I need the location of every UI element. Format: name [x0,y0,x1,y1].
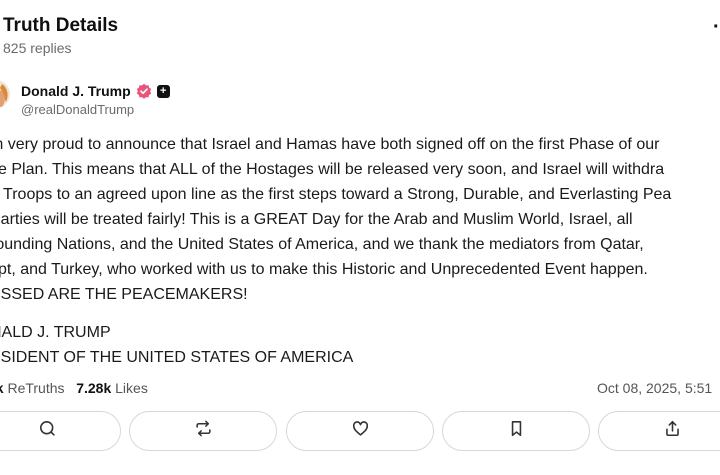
author-handle[interactable]: @realDonaldTrump [21,102,134,117]
repost-icon [194,419,213,443]
post-signature-name: NALD J. TRUMP [0,324,111,341]
post-stats: 2k ReTruths 7.28k Likes [0,380,148,396]
avatar[interactable] [0,80,10,108]
post-body-line: ir Troops to an agreed upon line as the … [0,186,672,203]
like-button[interactable] [286,411,434,451]
reply-count: 825 replies [3,40,72,56]
retruths-count[interactable]: 2k [0,380,4,396]
share-button[interactable] [598,411,720,451]
bookmark-icon [507,419,526,443]
ellipsis-icon[interactable]: · [713,16,720,39]
post-body-line: Parties will be treated fairly! This is … [0,211,633,228]
plus-badge-icon: + [156,84,170,98]
verified-badge-icon [136,83,152,99]
likes-label[interactable]: Likes [115,380,148,396]
post-body-line: ce Plan. This means that ALL of the Host… [0,161,665,178]
bookmark-button[interactable] [442,411,590,451]
heart-icon [351,419,370,443]
retruth-button[interactable] [129,411,277,451]
comment-icon [38,419,57,443]
post-signature-title: ESIDENT OF THE UNITED STATES OF AMERICA [0,349,354,366]
post-timestamp: Oct 08, 2025, 5:51 [597,380,713,396]
author-name[interactable]: Donald J. Trump [21,83,131,99]
retruths-label[interactable]: ReTruths [7,380,64,396]
post-body-line: ypt, and Turkey, who worked with us to m… [0,261,648,278]
likes-count[interactable]: 7.28k [76,380,111,396]
share-icon [663,419,682,443]
post-body-line: m very proud to announce that Israel and… [0,136,660,153]
reply-button[interactable] [0,411,121,451]
author-row: Donald J. Trump + [21,82,170,100]
post-body-line: ESSED ARE THE PEACEMAKERS! [0,286,248,303]
post-body-line: rounding Nations, and the United States … [0,236,644,253]
page-title: Truth Details [3,15,119,36]
